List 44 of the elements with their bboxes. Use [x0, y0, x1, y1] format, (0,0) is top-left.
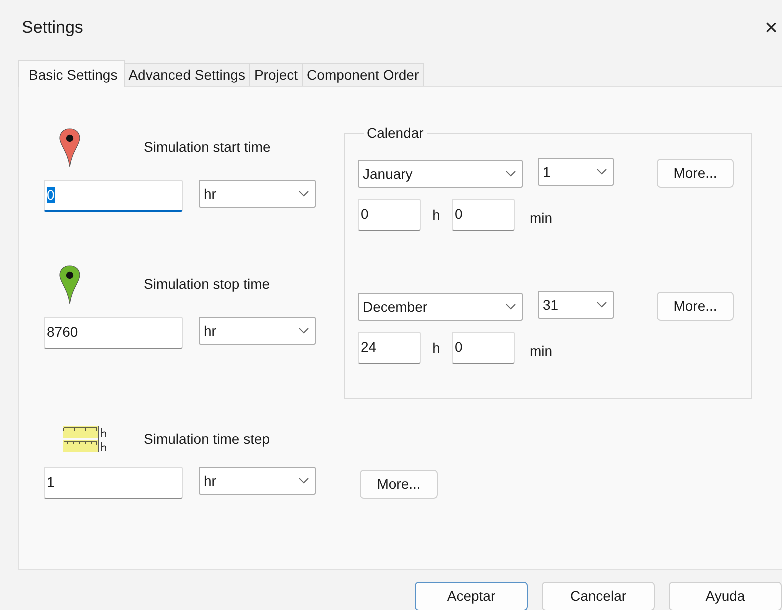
more-button[interactable]: More...	[657, 158, 734, 188]
start-label: Simulation start time	[144, 138, 271, 157]
chevron-down-icon	[299, 328, 309, 334]
dropdown[interactable]: January	[358, 160, 523, 188]
chevron-down-icon	[506, 171, 516, 177]
input-field[interactable]: 0	[452, 199, 515, 231]
chevron-down-icon	[299, 191, 309, 197]
input-field[interactable]: 1	[44, 467, 183, 499]
dropdown[interactable]: hr	[199, 467, 316, 495]
tab[interactable]: Component Order	[302, 63, 424, 86]
tab[interactable]: Basic Settings	[18, 60, 125, 87]
chevron-down-icon	[299, 478, 309, 484]
tab[interactable]: Project	[249, 63, 304, 86]
chevron-down-icon	[597, 302, 607, 308]
dialog-button[interactable]: Ayuda	[669, 582, 782, 610]
dropdown[interactable]: hr	[199, 180, 316, 208]
dropdown[interactable]: hr	[199, 317, 316, 345]
map-pin-icon	[59, 128, 81, 168]
window-title: Settings	[22, 17, 84, 40]
dialog-button[interactable]: Aceptar	[415, 582, 528, 610]
dropdown[interactable]: 31	[538, 291, 614, 319]
input-field[interactable]: 0	[452, 332, 515, 364]
close-button[interactable]: ×	[763, 17, 780, 39]
dropdown[interactable]: December	[358, 293, 523, 321]
unit-label: h	[432, 338, 442, 358]
dropdown[interactable]: 1	[538, 158, 614, 186]
stop-label: Simulation stop time	[144, 275, 270, 294]
more-button[interactable]: More...	[360, 470, 438, 499]
unit-label: h	[432, 206, 442, 224]
input-field[interactable]: 0	[358, 199, 421, 231]
input-field[interactable]: 24	[358, 332, 421, 364]
tab[interactable]: Advanced Settings	[124, 63, 250, 86]
group-title: Calendar	[366, 125, 425, 141]
unit-label: min	[530, 208, 553, 228]
dialog-button[interactable]: Cancelar	[542, 582, 655, 610]
unit-label: min	[530, 342, 553, 360]
map-pin-icon	[59, 264, 81, 304]
input-field[interactable]: 0	[44, 180, 183, 212]
time-step-label: Simulation time step	[144, 430, 270, 449]
more-button[interactable]: More...	[657, 292, 734, 320]
chevron-down-icon	[506, 304, 516, 310]
chevron-down-icon	[597, 169, 607, 175]
ruler-icon	[63, 425, 109, 453]
input-field[interactable]: 8760	[44, 317, 183, 349]
